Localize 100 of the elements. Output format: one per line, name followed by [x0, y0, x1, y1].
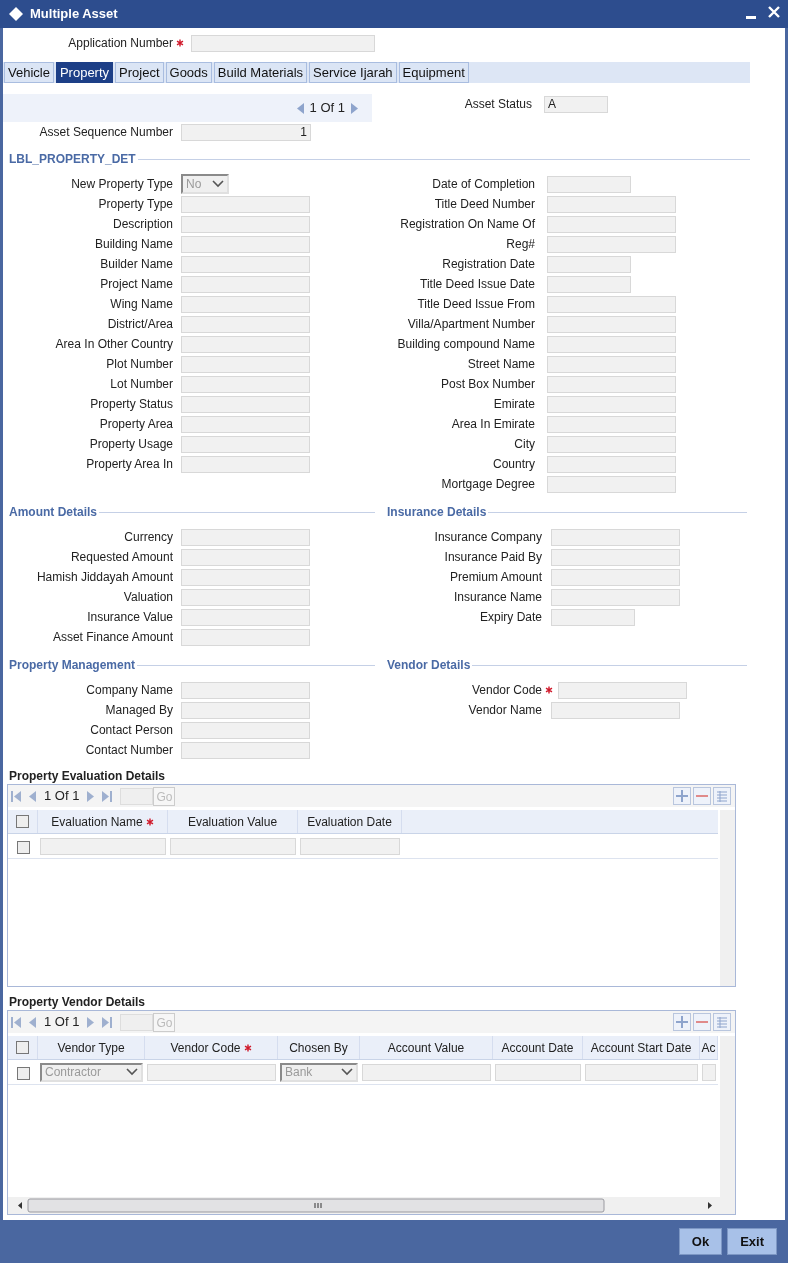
input-field[interactable] — [181, 701, 310, 719]
input-field[interactable] — [181, 415, 310, 433]
delete-row-icon[interactable] — [693, 1013, 711, 1031]
input-field[interactable] — [181, 608, 310, 626]
next-icon[interactable] — [351, 102, 358, 114]
input-field[interactable] — [191, 34, 375, 52]
input-field[interactable] — [547, 295, 676, 313]
page-input-field[interactable] — [120, 1013, 154, 1031]
input-field[interactable]: A — [544, 95, 608, 113]
input-field[interactable] — [551, 701, 680, 719]
first-page-icon[interactable] — [11, 790, 21, 802]
input-field[interactable] — [181, 528, 310, 546]
input-field[interactable] — [181, 355, 310, 373]
columns-icon[interactable] — [713, 1013, 731, 1031]
next-icon[interactable] — [87, 1016, 95, 1028]
add-row-icon[interactable] — [673, 1013, 691, 1031]
tab[interactable]: Property — [55, 62, 114, 83]
column-header[interactable]: Evaluation Value — [168, 810, 298, 833]
input-field[interactable] — [547, 375, 676, 393]
input-field[interactable] — [702, 1063, 716, 1081]
input-field[interactable] — [181, 375, 310, 393]
input-field[interactable] — [181, 681, 310, 699]
input-field[interactable] — [547, 335, 676, 353]
tab[interactable]: Service Ijarah — [309, 62, 397, 83]
input-field[interactable] — [551, 568, 680, 586]
input-field[interactable] — [170, 837, 296, 855]
input-field[interactable] — [181, 435, 310, 453]
column-header[interactable]: Ac — [700, 1036, 718, 1059]
first-page-icon[interactable] — [11, 1016, 21, 1028]
input-field[interactable] — [551, 528, 680, 546]
input-field[interactable] — [181, 275, 310, 293]
vertical-scrollbar[interactable] — [720, 1036, 735, 1197]
input-field[interactable] — [547, 415, 676, 433]
input-field[interactable] — [300, 837, 400, 855]
input-field[interactable] — [585, 1063, 698, 1081]
dialog-button[interactable]: Exit — [727, 1228, 777, 1255]
input-field[interactable] — [547, 435, 676, 453]
input-field[interactable] — [547, 455, 676, 473]
input-field[interactable] — [181, 548, 310, 566]
add-row-icon[interactable] — [673, 787, 691, 805]
input-field[interactable]: 1 — [181, 123, 311, 141]
input-field[interactable] — [551, 608, 635, 626]
input-field[interactable] — [181, 455, 310, 473]
column-header[interactable]: Evaluation Date — [298, 810, 402, 833]
input-field[interactable] — [181, 215, 310, 233]
input-field[interactable] — [40, 837, 166, 855]
input-field[interactable] — [181, 568, 310, 586]
delete-row-icon[interactable] — [693, 787, 711, 805]
input-field[interactable] — [181, 628, 310, 646]
input-field[interactable] — [495, 1063, 581, 1081]
input-field[interactable] — [181, 588, 310, 606]
last-page-icon[interactable] — [102, 790, 113, 802]
close-icon[interactable] — [768, 6, 780, 18]
tab[interactable]: Project — [115, 62, 164, 83]
vertical-scrollbar[interactable] — [720, 810, 735, 986]
horizontal-scrollbar[interactable] — [8, 1197, 735, 1214]
input-field[interactable] — [547, 195, 676, 213]
input-field[interactable] — [547, 255, 631, 273]
input-field[interactable] — [547, 175, 631, 193]
column-header[interactable]: Account Start Date — [583, 1036, 700, 1059]
checkbox[interactable] — [16, 840, 30, 854]
input-field[interactable] — [362, 1063, 491, 1081]
input-field[interactable] — [181, 335, 310, 353]
input-field[interactable] — [181, 741, 310, 759]
tab[interactable]: Vehicle — [4, 62, 54, 83]
input-field[interactable] — [181, 721, 310, 739]
dialog-button[interactable]: Ok — [678, 1228, 723, 1255]
previous-icon[interactable] — [296, 102, 304, 114]
checkbox[interactable] — [16, 1066, 30, 1080]
input-field[interactable] — [558, 681, 687, 699]
input-field[interactable] — [547, 275, 631, 293]
input-field[interactable] — [181, 315, 310, 333]
previous-icon[interactable] — [29, 1016, 36, 1028]
input-field[interactable] — [181, 235, 310, 253]
input-field[interactable] — [547, 315, 676, 333]
page-input-field[interactable] — [120, 787, 154, 805]
column-header[interactable]: Chosen By — [278, 1036, 360, 1059]
input-field[interactable] — [547, 475, 676, 493]
tab[interactable]: Build Materials — [213, 62, 308, 83]
next-icon[interactable] — [87, 790, 95, 802]
input-field[interactable] — [181, 255, 310, 273]
columns-icon[interactable] — [713, 787, 731, 805]
checkbox[interactable] — [16, 815, 29, 828]
column-header[interactable]: Account Date — [493, 1036, 583, 1059]
column-header[interactable]: Vendor Type — [38, 1036, 145, 1059]
input-field[interactable] — [181, 295, 310, 313]
column-header[interactable]: Account Value — [360, 1036, 493, 1059]
tab[interactable]: Equipment — [398, 62, 469, 83]
input-field[interactable] — [147, 1063, 276, 1081]
input-field[interactable] — [181, 195, 310, 213]
minimize-icon[interactable] — [746, 16, 756, 20]
input-field[interactable] — [547, 395, 676, 413]
input-field[interactable] — [551, 588, 680, 606]
tab[interactable]: Goods — [165, 62, 212, 83]
input-field[interactable] — [181, 395, 310, 413]
column-header[interactable]: Evaluation Name — [38, 810, 168, 833]
input-field[interactable] — [551, 548, 680, 566]
checkbox[interactable] — [16, 1041, 29, 1054]
input-field[interactable] — [547, 215, 676, 233]
input-field[interactable] — [547, 355, 676, 373]
